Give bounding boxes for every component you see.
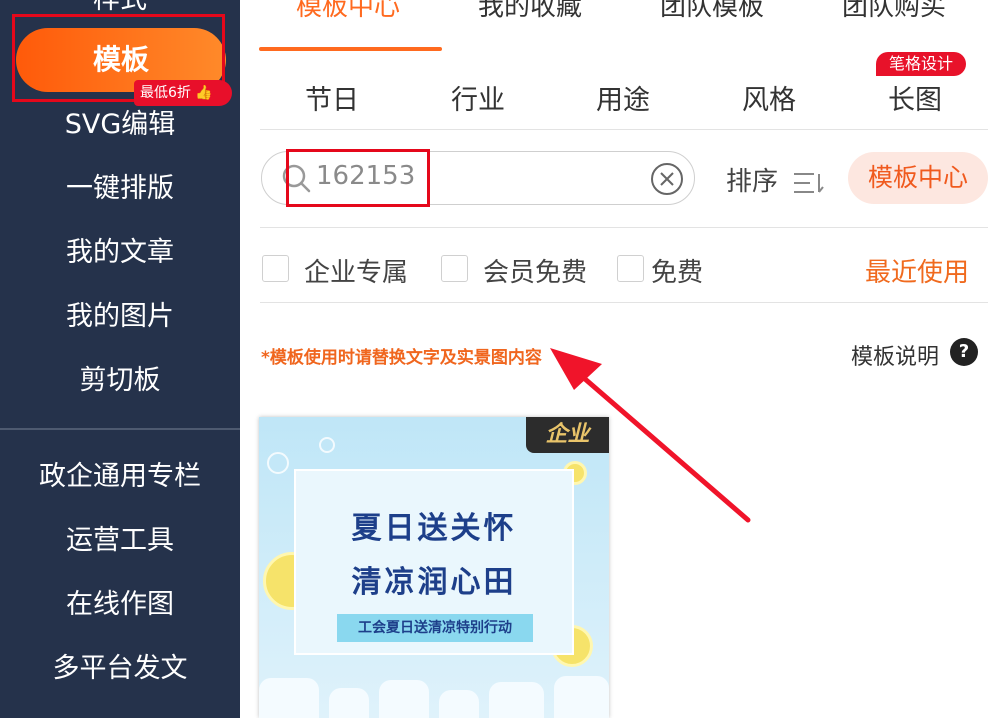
active-tab-underline — [259, 47, 442, 51]
sidebar-item-my-articles[interactable]: 我的文章 — [0, 235, 240, 271]
card-title-line2: 清凉润心田 — [351, 565, 517, 600]
filter-label-member-free: 会员免费 — [483, 258, 588, 288]
tab-team-templates[interactable]: 团队模板 — [660, 0, 764, 23]
divider — [260, 227, 988, 228]
sidebar-item-online-drawing[interactable]: 在线作图 — [0, 587, 240, 623]
sidebar-item-my-images[interactable]: 我的图片 — [0, 299, 240, 335]
category-usage[interactable]: 用途 — [596, 78, 650, 117]
sidebar-item-gov-column[interactable]: 政企通用专栏 — [0, 459, 240, 495]
tab-team-purchase[interactable]: 团队购买 — [842, 0, 946, 23]
template-center-button[interactable]: 模板中心 — [848, 152, 988, 204]
sidebar-item-ops-tools[interactable]: 运营工具 — [0, 523, 240, 559]
card-subtitle: 工会夏日送清凉特别行动 — [337, 614, 533, 642]
tab-my-favorites[interactable]: 我的收藏 — [478, 0, 582, 23]
bubble-decoration — [319, 437, 335, 453]
discount-badge: 最低6折 👍 — [134, 80, 232, 106]
icicle-decoration — [379, 680, 429, 718]
filter-label-enterprise: 企业专属 — [304, 258, 409, 288]
checkbox-free[interactable] — [617, 255, 644, 282]
sidebar-item-one-click-layout[interactable]: 一键排版 — [0, 171, 240, 207]
category-industry[interactable]: 行业 — [451, 78, 505, 117]
discount-badge-label: 最低6折 — [140, 85, 191, 101]
divider — [260, 302, 988, 303]
icicle-decoration — [554, 676, 609, 718]
sort-button[interactable]: 排序 — [726, 161, 825, 198]
highlight-box-search — [286, 149, 430, 207]
checkbox-member-free[interactable] — [441, 255, 468, 282]
icicle-decoration — [439, 690, 479, 718]
sort-label: 排序 — [726, 167, 779, 197]
clear-icon[interactable] — [650, 162, 684, 196]
filter-label-free: 免费 — [651, 258, 704, 288]
category-style[interactable]: 风格 — [742, 78, 796, 117]
recent-used-link[interactable]: 最近使用 — [865, 252, 969, 289]
category-badge: 笔格设计 — [876, 52, 966, 76]
icicle-decoration — [259, 678, 319, 718]
thumb-icon: 👍 — [195, 85, 213, 101]
icicle-decoration — [489, 682, 544, 718]
sidebar-divider — [0, 428, 240, 430]
category-long-image[interactable]: 长图 — [888, 78, 942, 117]
bubble-decoration — [267, 452, 289, 474]
tab-template-center[interactable]: 模板中心 — [296, 0, 400, 23]
template-explain-link[interactable]: 模板说明 — [851, 339, 939, 371]
help-icon[interactable]: ? — [950, 338, 978, 366]
sidebar: 样式 模板 最低6折 👍 SVG编辑 一键排版 我的文章 我的图片 剪切板 政企… — [0, 0, 240, 718]
sort-icon — [794, 172, 825, 193]
annotation-arrow — [550, 348, 751, 523]
category-festival[interactable]: 节日 — [305, 78, 359, 117]
divider — [260, 129, 988, 130]
checkbox-enterprise[interactable] — [262, 255, 289, 282]
sidebar-item-multi-platform[interactable]: 多平台发文 — [0, 651, 240, 687]
sidebar-item-clipboard[interactable]: 剪切板 — [0, 363, 240, 399]
icicle-decoration — [329, 688, 369, 718]
sidebar-item-svg-edit[interactable]: SVG编辑 — [0, 107, 240, 143]
notice-text: *模板使用时请替换文字及实景图内容 — [261, 348, 542, 368]
